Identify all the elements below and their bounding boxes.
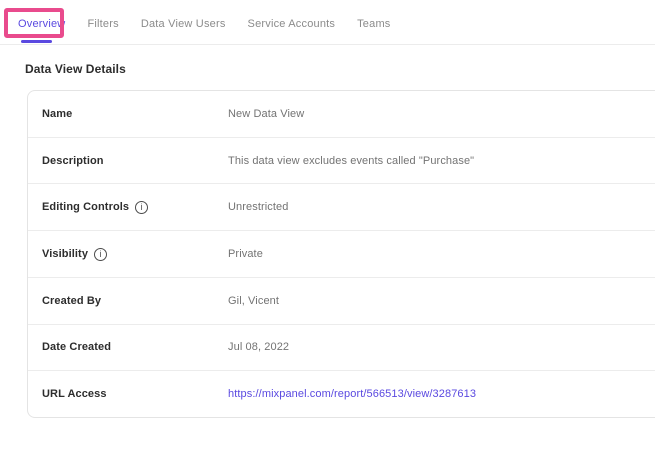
row-label: URL Access <box>42 388 228 400</box>
row-value: New Data View <box>228 108 304 120</box>
tab-filters[interactable]: Filters <box>87 17 118 31</box>
row-value: This data view excludes events called "P… <box>228 155 474 167</box>
page-title: Data View Details <box>25 62 126 76</box>
data-view-details-card: Name New Data View Description This data vi… <box>27 90 655 418</box>
table-row: Date Created Jul 08, 2022 <box>28 324 655 371</box>
active-tab-underline <box>21 40 52 43</box>
tab-teams[interactable]: Teams <box>357 17 390 31</box>
tab-overview[interactable]: Overview <box>18 17 65 31</box>
info-icon[interactable]: i <box>94 248 107 261</box>
row-label-text: Description <box>42 155 104 167</box>
row-label-text: URL Access <box>42 388 107 400</box>
row-label-text: Visibility <box>42 248 88 260</box>
table-row: Visibility i Private <box>28 230 655 277</box>
url-access-link[interactable]: https://mixpanel.com/report/566513/view/… <box>228 388 476 400</box>
table-row: Created By Gil, Vicent <box>28 277 655 324</box>
row-label-text: Created By <box>42 295 101 307</box>
row-value: Gil, Vicent <box>228 295 279 307</box>
row-label-text: Date Created <box>42 341 111 353</box>
row-label-text: Editing Controls <box>42 201 129 213</box>
table-row: Editing Controls i Unrestricted <box>28 183 655 230</box>
row-value: Unrestricted <box>228 201 289 213</box>
row-label: Name <box>42 108 228 120</box>
row-value: Jul 08, 2022 <box>228 341 289 353</box>
table-row: URL Access https://mixpanel.com/report/56… <box>28 370 655 417</box>
row-label: Visibility i <box>42 248 228 261</box>
tab-service-accounts[interactable]: Service Accounts <box>248 17 336 31</box>
row-label: Date Created <box>42 341 228 353</box>
tab-data-view-users[interactable]: Data View Users <box>141 17 226 31</box>
tab-bar: Overview Filters Data View Users Service Ac… <box>0 0 655 45</box>
row-label: Description <box>42 155 228 167</box>
tab-list: Overview Filters Data View Users Service Ac… <box>18 17 391 31</box>
row-label-text: Name <box>42 108 72 120</box>
row-label: Created By <box>42 295 228 307</box>
row-label: Editing Controls i <box>42 201 228 214</box>
row-value: Private <box>228 248 263 260</box>
table-row: Name New Data View <box>28 91 655 137</box>
table-row: Description This data view excludes event… <box>28 137 655 184</box>
info-icon[interactable]: i <box>135 201 148 214</box>
